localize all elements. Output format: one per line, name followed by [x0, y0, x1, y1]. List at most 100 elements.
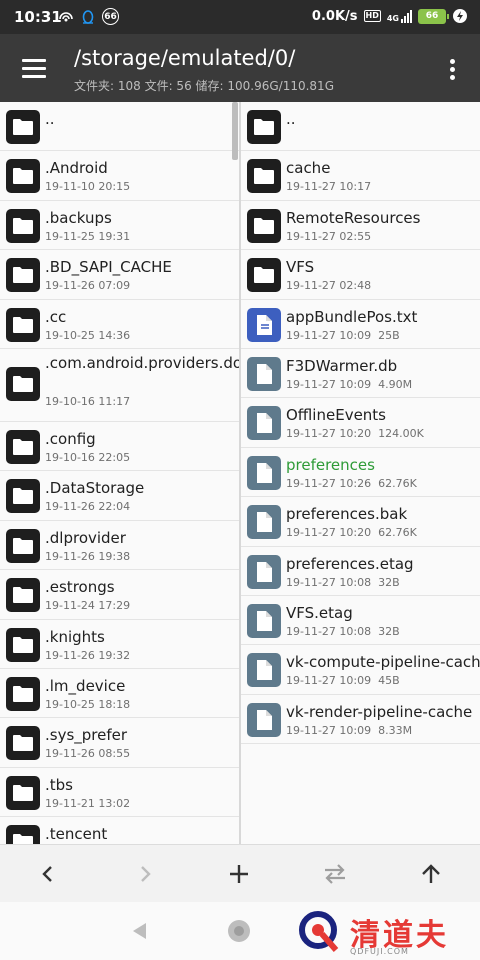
folder-icon	[6, 208, 40, 243]
folder-row[interactable]: .backups 19-11-25 19:31	[0, 201, 240, 251]
item-name: cache	[286, 159, 331, 178]
notification-badge: 66	[102, 8, 119, 25]
folder-row[interactable]: .knights 19-11-26 19:32	[0, 620, 240, 669]
folder-row[interactable]: .cc 19-10-25 14:36	[0, 300, 240, 349]
item-date: 19-11-10 20:15	[45, 180, 131, 194]
folder-row[interactable]: .Android 19-11-10 20:15	[0, 151, 240, 201]
folder-row[interactable]: .tencent19-11-22 19:20	[0, 817, 240, 844]
folder-row[interactable]: VFS 19-11-27 02:48	[241, 250, 480, 300]
folder-row[interactable]: ..	[241, 102, 480, 152]
path-title: /storage/emulated/0/	[74, 46, 296, 70]
folder-row[interactable]: .tbs 19-11-21 13:02	[0, 768, 240, 818]
folder-row[interactable]: RemoteResources 19-11-27 02:55	[241, 201, 480, 251]
folder-row[interactable]: ..	[0, 102, 240, 152]
item-name: .tencent	[45, 825, 108, 844]
item-name: .estrongs	[45, 578, 115, 597]
item-meta: 19-11-27 10:09 45B	[286, 674, 400, 687]
item-meta: 19-11-27 10:26 62.76K	[286, 477, 417, 490]
folder-row[interactable]: cache 19-11-27 10:17	[241, 151, 480, 201]
folder-row[interactable]: .config 19-10-16 22:05	[0, 422, 240, 472]
folder-row[interactable]: .BD_SAPI_CACHE 19-11-26 07:09	[0, 250, 240, 300]
item-name: .lm_device	[45, 676, 126, 695]
file-row[interactable]: preferences.bak 19-11-27 10:20 62.76K	[241, 497, 480, 547]
signal-icon: 4G	[387, 9, 412, 23]
item-name: VFS	[286, 258, 315, 277]
folder-row[interactable]: .estrongs 19-11-24 17:29	[0, 570, 240, 620]
left-scrollbar[interactable]	[232, 102, 238, 160]
item-meta: 19-11-27 10:09 8.33M	[286, 724, 412, 737]
right-file-list[interactable]: .. cache 19-11-27 10:17 RemoteResources 19-1…	[241, 102, 480, 844]
item-date: 19-11-26 19:32	[45, 648, 131, 662]
status-left-icons: 66	[58, 8, 119, 25]
item-size: 124.00K	[378, 427, 424, 441]
overflow-menu-button[interactable]	[442, 54, 462, 84]
folder-row[interactable]: .dlprovider 19-11-26 19:38	[0, 521, 240, 571]
item-date: 19-10-25 14:36	[45, 328, 131, 342]
folder-icon	[6, 307, 40, 342]
bottom-toolbar	[0, 844, 480, 902]
item-meta: 19-11-25 19:31	[45, 230, 130, 243]
back-button[interactable]	[31, 857, 65, 891]
item-meta: 19-11-21 13:02	[45, 797, 130, 810]
file-row[interactable]: vk-compute-pipeline-cache 19-11-27 10:09 4…	[241, 645, 480, 695]
item-date: 19-11-27 10:09	[286, 674, 372, 688]
folder-icon	[6, 366, 40, 401]
item-meta: 19-11-26 22:04	[45, 500, 130, 513]
item-name: F3DWarmer.db	[286, 356, 398, 375]
status-right: 0.0K/s HD 4G 66	[312, 8, 468, 24]
folder-icon	[247, 258, 281, 293]
item-meta: 19-11-26 08:55	[45, 747, 130, 760]
folder-icon	[6, 159, 40, 194]
file-row[interactable]: vk-render-pipeline-cache 19-11-27 10:09 8.…	[241, 695, 480, 745]
status-bar: 10:31 66 0.0K/s HD 4G 66	[0, 0, 480, 34]
file-icon	[247, 702, 281, 737]
nav-home-icon[interactable]	[228, 920, 250, 942]
folder-icon	[6, 528, 40, 563]
menu-button[interactable]	[14, 48, 54, 88]
folder-icon	[6, 429, 40, 464]
item-size: 32B	[378, 575, 400, 589]
watermark-logo-icon	[299, 911, 339, 952]
file-row[interactable]: preferences.etag 19-11-27 10:08 32B	[241, 547, 480, 596]
item-name: .DataStorage	[45, 479, 145, 498]
item-name: .knights	[45, 627, 105, 646]
folder-icon	[6, 578, 40, 613]
item-name: .config	[45, 429, 96, 448]
item-size: 4.90M	[378, 377, 413, 391]
item-meta: 19-11-10 20:15	[45, 180, 130, 193]
folder-row[interactable]: .lm_device 19-10-25 18:18	[0, 669, 240, 719]
up-icon	[422, 864, 440, 883]
file-row[interactable]: F3DWarmer.db 19-11-27 10:09 4.90M	[241, 349, 480, 399]
item-name: preferences	[286, 455, 375, 474]
item-name: .tbs	[45, 775, 73, 794]
folder-icon	[6, 775, 40, 810]
forward-button[interactable]	[128, 857, 162, 891]
nav-back-icon[interactable]	[130, 921, 150, 941]
file-icon	[247, 554, 281, 589]
folder-row[interactable]: .com.android.providers.downloads.ui 19-10…	[0, 349, 240, 422]
item-meta: 19-11-26 19:32	[45, 649, 130, 662]
item-date: 19-11-26 22:04	[45, 500, 131, 514]
file-row[interactable]: appBundlePos.txt 19-11-27 10:09 25B	[241, 300, 480, 349]
file-icon	[247, 505, 281, 540]
swap-icon	[325, 864, 345, 884]
file-row[interactable]: preferences 19-11-27 10:26 62.76K	[241, 448, 480, 498]
file-row[interactable]: VFS.etag 19-11-27 10:08 32B	[241, 596, 480, 646]
item-name: .dlprovider	[45, 528, 126, 547]
item-name: .cc	[45, 307, 67, 326]
text-file-icon	[247, 307, 281, 342]
swap-panes-button[interactable]	[318, 857, 352, 891]
item-meta: 19-10-16 11:17	[45, 395, 130, 408]
item-date: 19-11-27 10:09	[286, 328, 372, 342]
item-date: 19-11-27 10:09	[286, 377, 372, 391]
item-size: 62.76K	[378, 526, 417, 540]
watermark: 清道夫 QDFUJI.COM	[298, 910, 474, 958]
file-row[interactable]: OfflineEvents 19-11-27 10:20 124.00K	[241, 398, 480, 448]
folder-row[interactable]: .DataStorage 19-11-26 22:04	[0, 471, 240, 521]
add-button[interactable]	[222, 857, 256, 891]
parent-folder-button[interactable]	[414, 857, 448, 891]
item-meta: 19-10-25 14:36	[45, 329, 130, 342]
item-size: 25B	[378, 328, 400, 342]
folder-row[interactable]: .sys_prefer 19-11-26 08:55	[0, 718, 240, 768]
left-file-list[interactable]: .. .Android 19-11-10 20:15 .backups 19-11-25…	[0, 102, 240, 844]
